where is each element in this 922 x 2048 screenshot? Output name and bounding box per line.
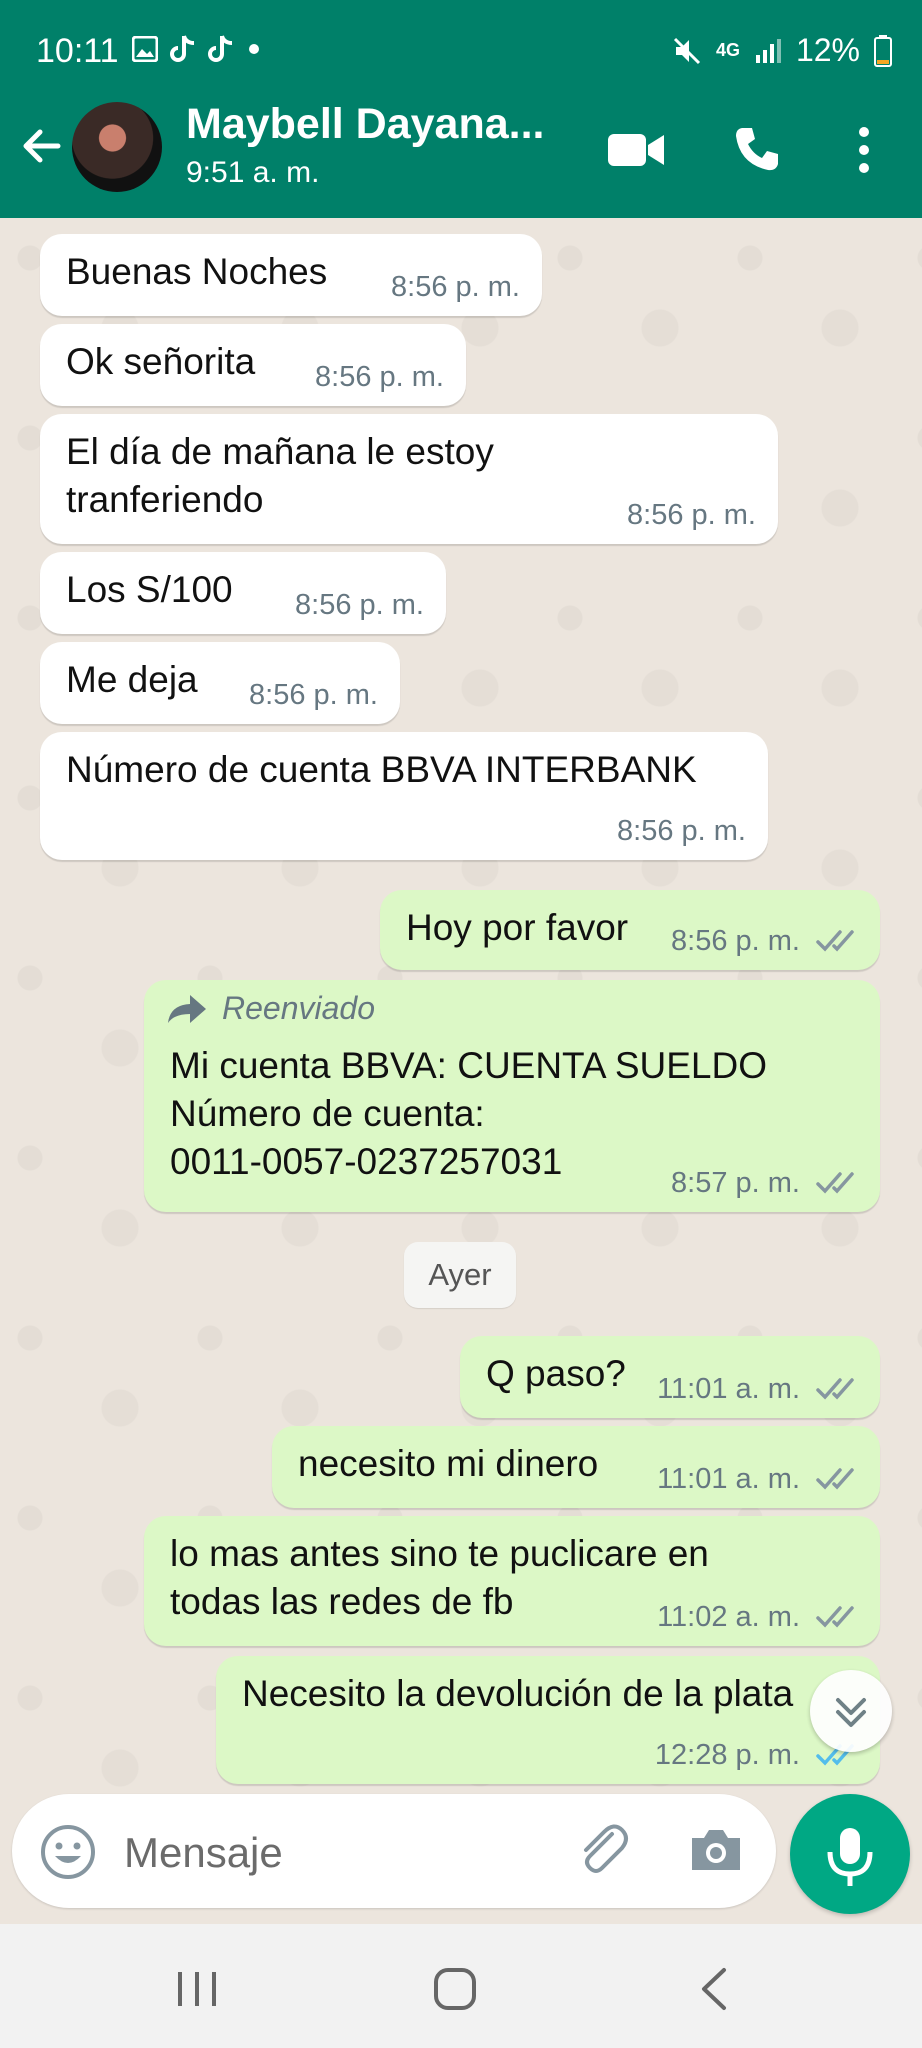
message-time: 8:56 p. m.	[617, 815, 746, 847]
message-bubble-incoming[interactable]: El día de mañana le estoy tranferiendo 8…	[40, 414, 778, 544]
emoji-icon[interactable]	[40, 1824, 96, 1880]
message-bubble-incoming[interactable]: Buenas Noches 8:56 p. m.	[40, 234, 542, 316]
message-text: El día de mañana le estoy tranferiendo	[66, 431, 494, 520]
message-time: 12:28 p. m.	[654, 1739, 800, 1771]
message-time: 8:56 p. m.	[627, 499, 756, 531]
more-options-icon[interactable]	[852, 124, 876, 176]
message-text: lo mas antes sino te puclicare en todas …	[170, 1533, 709, 1622]
nav-home-icon[interactable]	[432, 1966, 478, 2012]
message-time: 8:57 p. m.	[671, 1167, 800, 1199]
message-time: 11:01 a. m.	[657, 1463, 800, 1495]
nav-back-icon[interactable]	[696, 1964, 732, 2014]
signal-icon	[755, 38, 781, 63]
camera-icon[interactable]	[688, 1824, 744, 1876]
forwarded-text: Reenviado	[222, 990, 375, 1026]
message-text: Me deja	[66, 659, 198, 700]
message-text: Necesito la devolución de la plata	[242, 1673, 794, 1714]
message-input[interactable]	[122, 1822, 526, 1884]
message-bubble-forwarded[interactable]: Reenviado Mi cuenta BBVA: CUENTA SUELDO …	[144, 980, 880, 1212]
notification-icons	[132, 34, 262, 64]
message-time: 8:56 p. m.	[315, 361, 444, 393]
video-call-icon[interactable]	[608, 130, 664, 170]
double-check-icon	[816, 1606, 854, 1628]
double-check-icon	[816, 930, 854, 952]
message-time: 8:56 p. m.	[671, 925, 800, 957]
message-time: 8:56 p. m.	[391, 271, 520, 303]
forwarded-label: Reenviado	[166, 990, 375, 1027]
contact-name[interactable]: Maybell Dayana...	[186, 100, 545, 149]
message-time: 8:56 p. m.	[295, 589, 424, 621]
back-arrow-icon[interactable]	[18, 120, 70, 172]
message-bubble-outgoing[interactable]: lo mas antes sino te puclicare en todas …	[144, 1516, 880, 1646]
message-text: Número de cuenta BBVA INTERBANK	[66, 749, 697, 790]
message-bubble-outgoing[interactable]: Q paso? 11:01 a. m.	[460, 1336, 880, 1418]
message-bubble-outgoing[interactable]: Necesito la devolución de la plata 12:28…	[216, 1656, 880, 1784]
date-separator: Ayer	[404, 1242, 516, 1308]
message-bubble-incoming[interactable]: Me deja 8:56 p. m.	[40, 642, 400, 724]
double-check-icon	[816, 1172, 854, 1194]
attach-icon[interactable]	[572, 1820, 632, 1880]
composer	[12, 1794, 776, 1908]
phone-icon[interactable]	[732, 124, 782, 174]
tiktok-icon	[208, 35, 233, 62]
forward-icon	[168, 994, 206, 1023]
message-bubble-incoming[interactable]: Número de cuenta BBVA INTERBANK 8:56 p. …	[40, 732, 768, 860]
mic-icon	[827, 1828, 873, 1886]
gallery-icon	[132, 36, 158, 62]
message-bubble-outgoing[interactable]: Hoy por favor 8:56 p. m.	[380, 890, 880, 970]
message-text: Q paso?	[486, 1353, 626, 1394]
dot-icon	[249, 44, 259, 54]
double-check-icon	[816, 1378, 854, 1400]
last-seen: 9:51 a. m.	[186, 156, 320, 189]
system-icons: 4G 12%	[672, 32, 892, 69]
mic-button[interactable]	[790, 1794, 910, 1914]
message-text: Los S/100	[66, 569, 233, 610]
message-text: Ok señorita	[66, 341, 256, 382]
status-bar: 10:11 4G 12%	[0, 0, 922, 96]
battery-icon	[874, 34, 892, 67]
message-text: Mi cuenta BBVA: CUENTA SUELDO Número de …	[170, 1045, 767, 1182]
scroll-down-button[interactable]	[810, 1670, 892, 1752]
message-time: 11:02 a. m.	[657, 1601, 800, 1633]
system-navigation-bar	[0, 1924, 922, 2048]
status-time: 10:11	[36, 32, 119, 70]
nav-recents-icon[interactable]	[172, 1968, 222, 2010]
tiktok-icon	[170, 35, 195, 62]
battery-percent: 12%	[795, 32, 860, 68]
double-check-icon	[816, 1468, 854, 1490]
chat-area[interactable]: Buenas Noches 8:56 p. m. Ok señorita 8:5…	[0, 218, 922, 1802]
message-text: Hoy por favor	[406, 907, 629, 948]
message-text: necesito mi dinero	[298, 1443, 599, 1484]
scroll-down-icon	[836, 1698, 866, 1727]
avatar[interactable]	[72, 102, 162, 192]
message-bubble-incoming[interactable]: Los S/100 8:56 p. m.	[40, 552, 446, 634]
chat-header: Maybell Dayana... 9:51 a. m.	[0, 96, 922, 218]
message-text: Buenas Noches	[66, 251, 328, 292]
message-bubble-incoming[interactable]: Ok señorita 8:56 p. m.	[40, 324, 466, 406]
message-time: 11:01 a. m.	[657, 1373, 800, 1405]
message-time: 8:56 p. m.	[249, 679, 378, 711]
message-bubble-outgoing[interactable]: necesito mi dinero 11:01 a. m.	[272, 1426, 880, 1508]
network-type: 4G	[715, 40, 740, 60]
mute-icon	[673, 37, 700, 64]
